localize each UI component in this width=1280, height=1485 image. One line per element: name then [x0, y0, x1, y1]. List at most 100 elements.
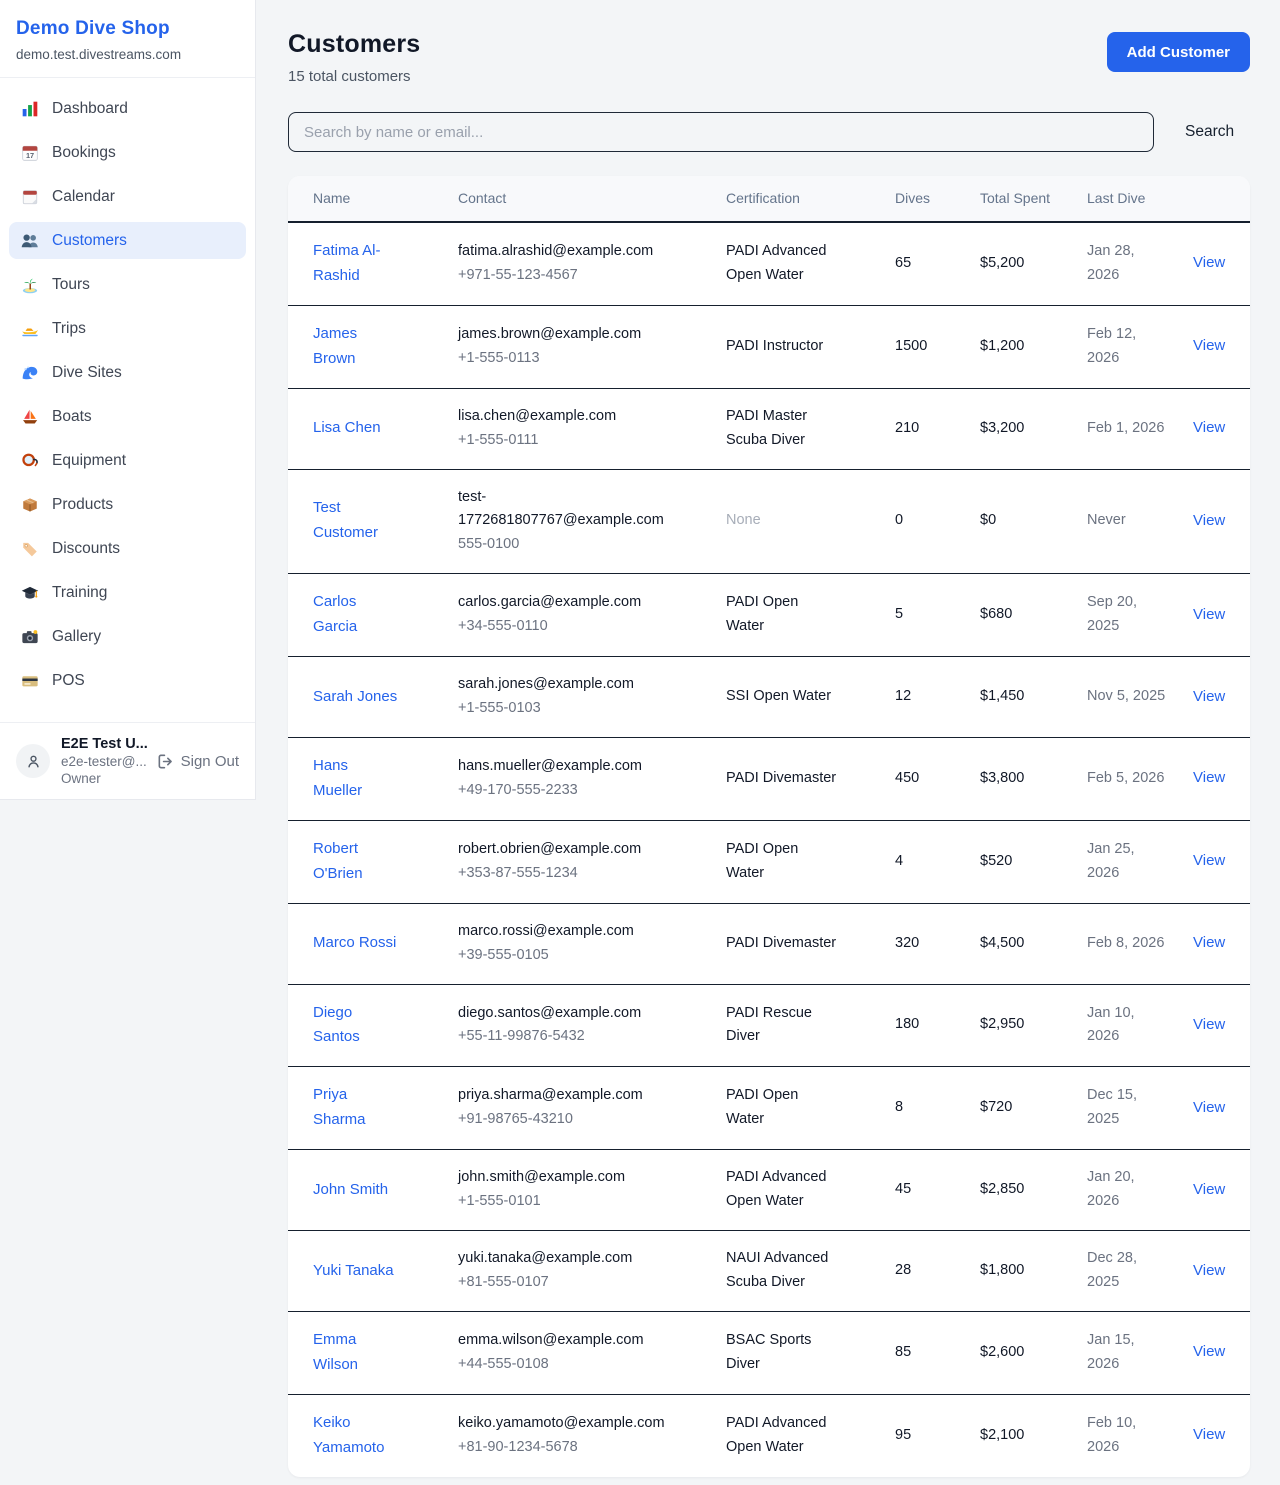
customer-name-link[interactable]: John Smith	[313, 1181, 388, 1198]
view-customer-link[interactable]: View	[1193, 1426, 1225, 1443]
user-email: e2e-tester@...	[61, 754, 146, 769]
customer-total-spent: $3,800	[980, 737, 1087, 820]
customer-last-dive: Feb 5, 2026	[1087, 737, 1193, 820]
sidebar-item-pos[interactable]: POS	[9, 662, 246, 699]
sidebar-item-discounts[interactable]: Discounts	[9, 530, 246, 567]
table-row: Marco Rossi marco.rossi@example.com +39-…	[288, 903, 1250, 984]
customer-certification: PADI Rescue Diver	[726, 984, 895, 1067]
view-customer-link[interactable]: View	[1193, 852, 1225, 869]
customer-dives: 5	[895, 574, 980, 657]
table-row: Yuki Tanaka yuki.tanaka@example.com +81-…	[288, 1231, 1250, 1312]
customer-email: lisa.chen@example.com	[458, 405, 670, 429]
view-customer-link[interactable]: View	[1193, 1262, 1225, 1279]
search-input[interactable]	[288, 112, 1154, 152]
customer-dives: 12	[895, 657, 980, 738]
sidebar-item-products[interactable]: Products	[9, 486, 246, 523]
customer-name-link[interactable]: Lisa Chen	[313, 419, 381, 436]
customer-certification: SSI Open Water	[726, 657, 895, 738]
customer-email: keiko.yamamoto@example.com	[458, 1412, 670, 1436]
svg-text:17: 17	[26, 151, 34, 160]
bar-chart-icon	[21, 100, 39, 118]
customer-email: john.smith@example.com	[458, 1166, 670, 1190]
sidebar-item-bookings[interactable]: 17 Bookings	[9, 134, 246, 171]
customer-name-link[interactable]: Fatima Al-Rashid	[313, 242, 381, 284]
sidebar-item-calendar[interactable]: Calendar	[9, 178, 246, 215]
customer-name-link[interactable]: Marco Rossi	[313, 934, 396, 951]
sidebar-item-dashboard[interactable]: Dashboard	[9, 90, 246, 127]
wave-icon	[21, 364, 39, 382]
user-role: Owner	[61, 771, 146, 786]
customer-certification: PADI Open Water	[726, 820, 895, 903]
customer-total-spent: $680	[980, 574, 1087, 657]
customer-dives: 320	[895, 903, 980, 984]
customer-last-dive: Dec 28, 2025	[1087, 1231, 1193, 1312]
customer-name-link[interactable]: James Brown	[313, 325, 357, 367]
table-row: Robert O'Brien robert.obrien@example.com…	[288, 820, 1250, 903]
view-customer-link[interactable]: View	[1193, 769, 1225, 786]
customer-last-dive: Feb 12, 2026	[1087, 305, 1193, 388]
customer-email: james.brown@example.com	[458, 323, 670, 347]
view-customer-link[interactable]: View	[1193, 419, 1225, 436]
sidebar-item-boats[interactable]: Boats	[9, 398, 246, 435]
customer-phone: +1-555-0111	[458, 429, 670, 453]
customer-email: diego.santos@example.com	[458, 1002, 670, 1026]
sidebar-item-equipment[interactable]: Equipment	[9, 442, 246, 479]
sidebar-item-tours[interactable]: Tours	[9, 266, 246, 303]
customer-total-spent: $2,850	[980, 1150, 1087, 1231]
customer-email: fatima.alrashid@example.com	[458, 240, 670, 264]
column-header-certification: Certification	[726, 176, 895, 222]
customer-certification: BSAC Sports Diver	[726, 1311, 895, 1394]
sign-out-button[interactable]: Sign Out	[157, 753, 239, 770]
customer-name-link[interactable]: Keiko Yamamoto	[313, 1414, 384, 1456]
customer-last-dive: Sep 20, 2025	[1087, 574, 1193, 657]
sidebar-item-gallery[interactable]: Gallery	[9, 618, 246, 655]
sidebar-item-training[interactable]: Training	[9, 574, 246, 611]
sidebar-item-customers[interactable]: Customers	[9, 222, 246, 259]
customer-name-link[interactable]: Emma Wilson	[313, 1331, 358, 1373]
search-button[interactable]: Search	[1185, 123, 1234, 141]
logout-icon	[157, 753, 174, 770]
view-customer-link[interactable]: View	[1193, 337, 1225, 354]
sidebar-item-dive-sites[interactable]: Dive Sites	[9, 354, 246, 391]
customer-dives: 95	[895, 1394, 980, 1476]
customer-name-link[interactable]: Sarah Jones	[313, 688, 397, 705]
customer-name-link[interactable]: Yuki Tanaka	[313, 1262, 394, 1279]
customer-name-link[interactable]: Carlos Garcia	[313, 593, 357, 635]
customer-dives: 85	[895, 1311, 980, 1394]
sidebar-item-label: Customers	[52, 232, 127, 250]
credit-card-icon	[21, 672, 39, 690]
table-row: John Smith john.smith@example.com +1-555…	[288, 1150, 1250, 1231]
customer-dives: 8	[895, 1067, 980, 1150]
view-customer-link[interactable]: View	[1193, 934, 1225, 951]
calendar-17-icon: 17	[21, 144, 39, 162]
customer-name-link[interactable]: Diego Santos	[313, 1004, 360, 1046]
customer-phone: +34-555-0110	[458, 615, 670, 639]
view-customer-link[interactable]: View	[1193, 512, 1225, 529]
view-customer-link[interactable]: View	[1193, 1343, 1225, 1360]
tear-off-calendar-icon	[21, 188, 39, 206]
sidebar-item-trips[interactable]: Trips	[9, 310, 246, 347]
customer-email: sarah.jones@example.com	[458, 673, 670, 697]
view-customer-link[interactable]: View	[1193, 606, 1225, 623]
view-customer-link[interactable]: View	[1193, 254, 1225, 271]
customer-phone: +81-555-0107	[458, 1271, 670, 1295]
sidebar-nav: Dashboard 17 Bookings Calendar Customers…	[0, 78, 255, 722]
shop-domain: demo.test.divestreams.com	[16, 47, 239, 62]
view-customer-link[interactable]: View	[1193, 1016, 1225, 1033]
customer-name-link[interactable]: Robert O'Brien	[313, 840, 363, 882]
sidebar-user-section: E2E Test U... e2e-tester@... Owner Sign …	[0, 722, 255, 799]
add-customer-button[interactable]: Add Customer	[1107, 32, 1250, 72]
view-customer-link[interactable]: View	[1193, 688, 1225, 705]
sidebar-item-label: POS	[52, 672, 85, 690]
customer-name-link[interactable]: Test Customer	[313, 499, 378, 541]
customer-email: test-1772681807767@example.com	[458, 486, 670, 534]
customer-total-spent: $720	[980, 1067, 1087, 1150]
table-body: Fatima Al-Rashid fatima.alrashid@example…	[288, 222, 1250, 1477]
customer-phone: +49-170-555-2233	[458, 779, 670, 803]
view-customer-link[interactable]: View	[1193, 1181, 1225, 1198]
view-customer-link[interactable]: View	[1193, 1099, 1225, 1116]
table-row: Fatima Al-Rashid fatima.alrashid@example…	[288, 222, 1250, 305]
customer-name-link[interactable]: Priya Sharma	[313, 1086, 366, 1128]
column-header-contact: Contact	[458, 176, 726, 222]
customer-name-link[interactable]: Hans Mueller	[313, 757, 362, 799]
